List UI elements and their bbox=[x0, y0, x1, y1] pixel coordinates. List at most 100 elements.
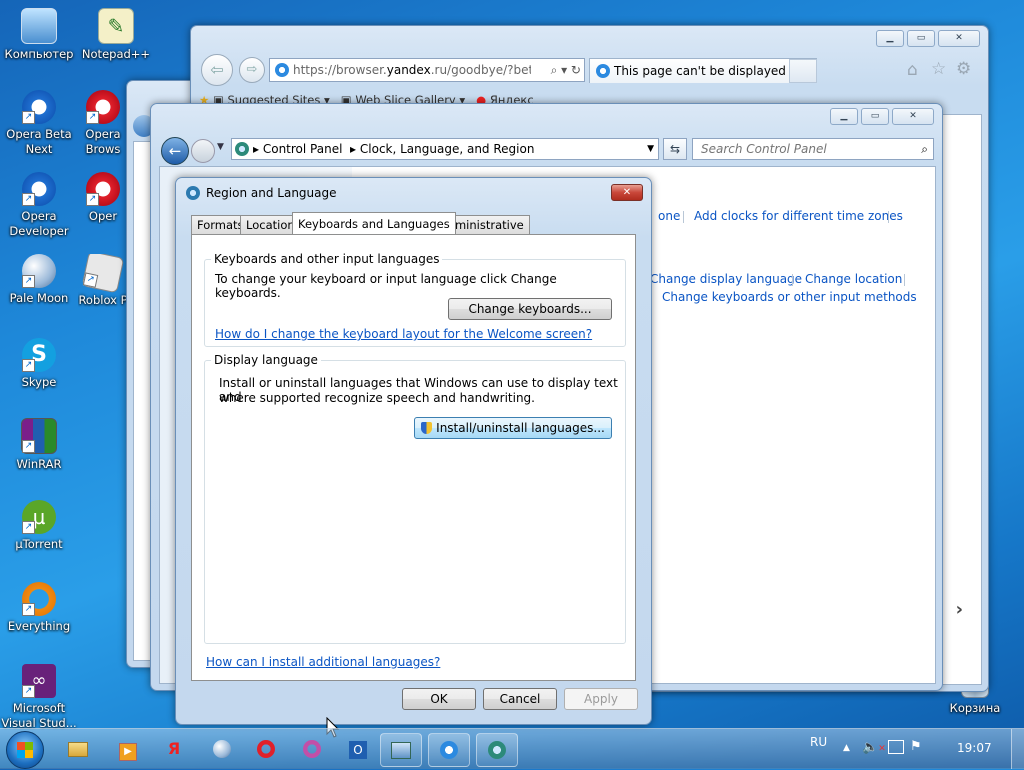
taskbar-region-icon[interactable] bbox=[476, 733, 518, 767]
taskbar-control-panel-icon[interactable] bbox=[380, 733, 422, 767]
desktop-icon-skype[interactable]: S ↗ Skype bbox=[1, 338, 77, 390]
link-change-display-language[interactable]: Change display language bbox=[650, 272, 802, 286]
link-time-zone-partial[interactable]: one bbox=[658, 209, 680, 223]
browser-forward-button[interactable]: ⇨ bbox=[239, 57, 265, 83]
link-change-keyboards[interactable]: Change keyboards or other input methods bbox=[662, 290, 917, 304]
clock-time[interactable]: 19:07 bbox=[957, 741, 992, 755]
desktop-icon-opera-developer[interactable]: ↗ Opera Developer bbox=[1, 172, 77, 239]
region-language-dialog[interactable]: Region and Language ✕ Formats Location K… bbox=[175, 177, 652, 725]
volume-muted-icon[interactable]: 🔈✕ bbox=[862, 740, 886, 755]
desktop-icon-label: Компьютер bbox=[4, 47, 74, 61]
cp-search-box[interactable]: ⌕ bbox=[692, 138, 934, 160]
cp-back-button[interactable]: ← bbox=[161, 137, 189, 165]
taskbar-ie-icon[interactable] bbox=[428, 733, 470, 767]
desktop-icon-winrar[interactable]: ↗ WinRAR bbox=[1, 418, 77, 472]
desktop-icon-computer[interactable]: Компьютер bbox=[1, 8, 77, 62]
new-tab-button[interactable] bbox=[789, 59, 817, 83]
taskbar-explorer-icon[interactable] bbox=[62, 733, 94, 765]
dialog-close-button[interactable]: ✕ bbox=[611, 184, 643, 201]
settings-gear-icon[interactable]: ⚙ bbox=[956, 59, 971, 79]
display-language-text-2: where supported recognize speech and han… bbox=[219, 391, 535, 405]
opera-developer-icon: ↗ bbox=[22, 172, 56, 206]
desktop-icon-roblox[interactable]: ↗ Roblox P bbox=[78, 254, 128, 308]
desktop-icon-label: Opera Developer bbox=[9, 209, 69, 238]
control-panel-icon bbox=[235, 142, 249, 156]
link-divider bbox=[888, 211, 889, 223]
cp-address-bar[interactable]: ▸ Control Panel ▸ Clock, Language, and R… bbox=[231, 138, 659, 160]
action-center-flag-icon[interactable]: ⚑ bbox=[910, 739, 922, 754]
language-indicator[interactable]: RU bbox=[810, 735, 827, 749]
visual-studio-icon: ∞ ↗ bbox=[22, 664, 56, 698]
taskbar-media-player-icon[interactable]: ▶ bbox=[112, 733, 144, 765]
cp-forward-button[interactable] bbox=[191, 139, 215, 163]
browser-caption-buttons: ▁ ▭ ✕ bbox=[876, 30, 980, 47]
welcome-screen-keyboard-link[interactable]: How do I change the keyboard layout for … bbox=[215, 327, 592, 341]
computer-icon bbox=[21, 8, 57, 44]
chevron-down-icon[interactable]: ▼ bbox=[217, 142, 224, 152]
link-add-clocks[interactable]: Add clocks for different time zones bbox=[694, 209, 903, 223]
start-button[interactable] bbox=[6, 731, 44, 769]
taskbar-pale-moon-icon[interactable] bbox=[206, 733, 238, 765]
minimize-button[interactable]: ▁ bbox=[876, 30, 904, 47]
everything-icon: ↗ bbox=[22, 582, 56, 616]
desktop-icon-label: Roblox P bbox=[78, 293, 128, 307]
display-language-group: Display language Install or uninstall la… bbox=[204, 353, 626, 644]
link-change-location[interactable]: Change location bbox=[805, 272, 902, 286]
minimize-button[interactable]: ▁ bbox=[830, 108, 858, 125]
taskbar-yandex-icon[interactable]: Я bbox=[158, 733, 190, 765]
close-button[interactable]: ✕ bbox=[892, 108, 934, 125]
keyboards-group: Keyboards and other input languages To c… bbox=[204, 252, 626, 347]
desktop-icon-notepadpp[interactable]: ✎ Notepad++ bbox=[78, 8, 154, 62]
desktop-icon-label: Oper bbox=[88, 209, 118, 223]
taskbar-opera-next-icon[interactable] bbox=[296, 733, 328, 765]
ok-button[interactable]: OK bbox=[402, 688, 476, 710]
desktop-icon-opera[interactable]: ↗ Oper bbox=[78, 172, 128, 224]
cp-search-input[interactable] bbox=[699, 141, 913, 157]
address-dropdown-icon[interactable]: ▼ bbox=[647, 139, 654, 159]
home-icon[interactable]: ⌂ bbox=[907, 60, 918, 80]
refresh-button[interactable]: ⇆ bbox=[663, 138, 687, 160]
desktop-icon-label: Корзина bbox=[949, 701, 1001, 715]
search-dropdown-icon[interactable]: ⌕ ▾ ↻ bbox=[531, 61, 581, 79]
notepadpp-icon: ✎ bbox=[98, 8, 134, 44]
browser-back-button[interactable]: ⇦ bbox=[201, 54, 233, 86]
desktop-icon-opera-beta[interactable]: ↗ Opera Beta Next bbox=[1, 90, 77, 157]
ie-page-icon bbox=[275, 63, 289, 77]
taskbar-opera-icon[interactable] bbox=[250, 733, 282, 765]
favorites-star-icon[interactable]: ☆ bbox=[931, 59, 946, 79]
desktop-icon-visual-studio[interactable]: ∞ ↗ Microsoft Visual Stud... bbox=[0, 664, 78, 731]
opera-icon: ↗ bbox=[86, 172, 120, 206]
maximize-button[interactable]: ▭ bbox=[861, 108, 889, 125]
desktop-icon-everything[interactable]: ↗ Everything bbox=[1, 582, 77, 634]
show-desktop-button[interactable] bbox=[1011, 729, 1024, 769]
apply-button[interactable]: Apply bbox=[564, 688, 638, 710]
breadcrumb-clock-language-region[interactable]: Clock, Language, and Region bbox=[360, 142, 535, 156]
desktop-icon-opera-browser[interactable]: ↗ Opera Brows bbox=[78, 90, 128, 157]
tab-title: This page can't be displayed bbox=[614, 64, 786, 78]
install-uninstall-languages-button[interactable]: Install/uninstall languages... bbox=[414, 417, 612, 439]
change-keyboards-button[interactable]: Change keyboards... bbox=[448, 298, 612, 320]
cancel-button[interactable]: Cancel bbox=[483, 688, 557, 710]
winrar-icon: ↗ bbox=[21, 418, 57, 454]
tab-keyboards-languages[interactable]: Keyboards and Languages bbox=[292, 212, 456, 234]
desktop-icon-label: Everything bbox=[7, 619, 71, 633]
search-icon[interactable]: ⌕ bbox=[921, 139, 928, 159]
desktop-icon-label: µTorrent bbox=[15, 537, 63, 551]
close-button[interactable]: ✕ bbox=[938, 30, 980, 47]
chevron-right-icon[interactable]: › bbox=[956, 599, 963, 620]
show-hidden-icons-icon[interactable]: ▲ bbox=[843, 743, 850, 753]
taskbar-opera-developer-icon[interactable]: O bbox=[342, 733, 374, 765]
tab-panel: Keyboards and other input languages To c… bbox=[191, 234, 636, 681]
desktop-icon-label: Microsoft Visual Stud... bbox=[1, 701, 77, 730]
breadcrumb-control-panel[interactable]: Control Panel bbox=[263, 142, 343, 156]
desktop-icon-pale-moon[interactable]: ↗ Pale Moon bbox=[1, 254, 77, 306]
maximize-button[interactable]: ▭ bbox=[907, 30, 935, 47]
browser-tab[interactable]: This page can't be displayed bbox=[589, 58, 817, 83]
desktop-icon-label: Skype bbox=[21, 375, 57, 389]
dialog-icon bbox=[186, 186, 200, 200]
install-additional-languages-link[interactable]: How can I install additional languages? bbox=[206, 655, 440, 669]
network-icon[interactable] bbox=[888, 740, 904, 754]
desktop-icon-utorrent[interactable]: µ ↗ µTorrent bbox=[1, 500, 77, 552]
skype-icon: S ↗ bbox=[22, 338, 56, 372]
opera-beta-icon: ↗ bbox=[22, 90, 56, 124]
